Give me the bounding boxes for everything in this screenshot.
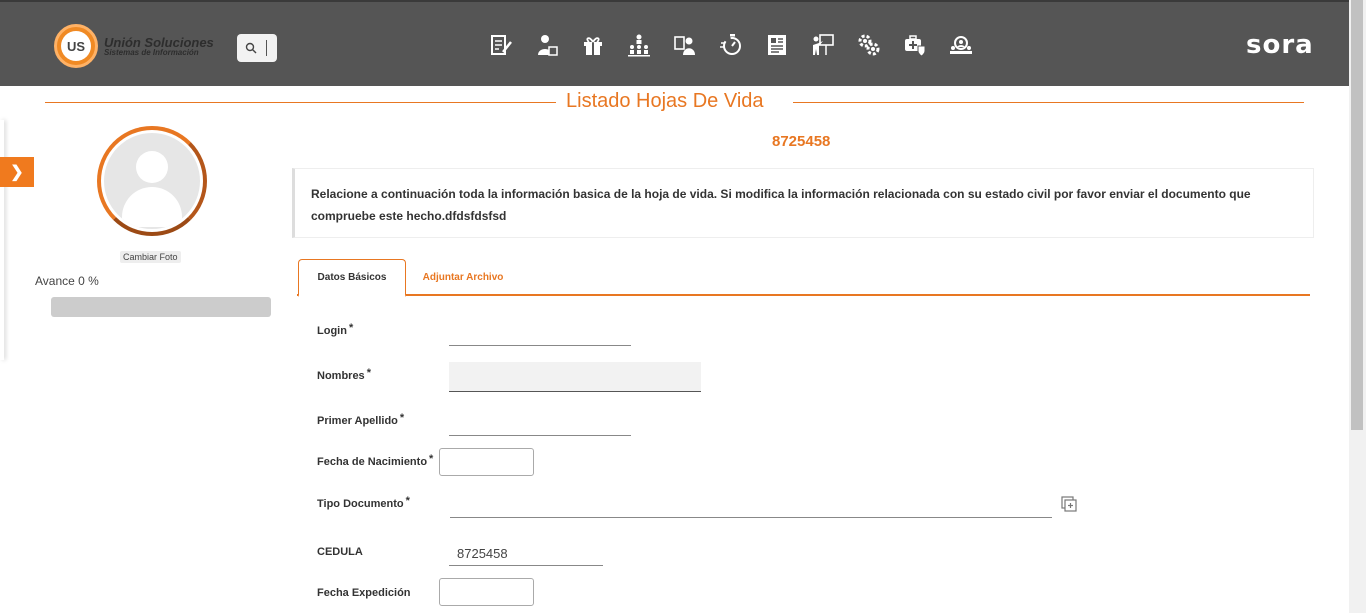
logo-initials: US — [61, 31, 91, 61]
timer-icon[interactable] — [718, 32, 744, 58]
group-search-icon[interactable] — [948, 32, 974, 58]
search-divider — [266, 40, 267, 56]
fecha-expedicion-input[interactable] — [439, 578, 534, 606]
sidebar-toggle-button[interactable]: ❯ — [0, 157, 34, 187]
side-panel-edge — [0, 120, 4, 360]
tipo-documento-input[interactable] — [450, 498, 1052, 518]
nombres-input[interactable] — [449, 362, 701, 392]
cedula-label: CEDULA — [317, 546, 363, 558]
brand-name: sora — [1246, 30, 1314, 60]
top-bar: US Unión Soluciones Sistemas de Informac… — [0, 0, 1366, 86]
login-input[interactable] — [449, 326, 631, 346]
training-icon[interactable] — [810, 32, 836, 58]
hierarchy-icon[interactable] — [626, 32, 652, 58]
page-title: Listado Hojas De Vida — [566, 90, 764, 112]
search-button[interactable] — [237, 34, 277, 62]
fecha-nacimiento-input[interactable] — [439, 448, 534, 476]
fecha-nacimiento-label: Fecha de Nacimiento * — [317, 453, 434, 468]
progress-bar — [51, 297, 271, 317]
document-number: 8725458 — [772, 133, 831, 150]
logo-badge: US — [54, 24, 98, 68]
cedula-input[interactable] — [449, 542, 603, 566]
tipo-documento-label: Tipo Documento * — [317, 495, 410, 510]
progress-label: Avance 0 % — [35, 274, 99, 288]
main-nav — [488, 32, 994, 58]
tab-adjuntar-archivo[interactable]: Adjuntar Archivo — [415, 259, 511, 296]
search-icon — [245, 42, 257, 54]
company-logo[interactable]: US Unión Soluciones Sistemas de Informac… — [54, 24, 214, 68]
title-divider-left — [45, 102, 556, 103]
gears-icon[interactable] — [856, 32, 882, 58]
form-tabs: Datos Básicos Adjuntar Archivo — [297, 259, 1310, 297]
lookup-icon[interactable] — [1061, 496, 1077, 512]
user-document-icon[interactable] — [534, 32, 560, 58]
primer-apellido-input[interactable] — [449, 416, 631, 436]
user-placeholder-icon — [104, 133, 200, 229]
page-scrollbar[interactable] — [1349, 0, 1366, 613]
gift-icon[interactable] — [580, 32, 606, 58]
chevron-right-icon: ❯ — [10, 164, 24, 181]
tab-datos-basicos[interactable]: Datos Básicos — [298, 259, 406, 297]
health-security-icon[interactable] — [902, 32, 928, 58]
fecha-expedicion-label: Fecha Expedición — [317, 587, 411, 599]
report-icon[interactable] — [764, 32, 790, 58]
resume-edit-icon[interactable] — [488, 32, 514, 58]
profile-avatar — [97, 126, 207, 236]
change-photo-button[interactable]: Cambiar Foto — [120, 251, 181, 263]
logo-text: Unión Soluciones Sistemas de Información — [104, 36, 214, 57]
brand-logo[interactable]: sora — [1246, 30, 1314, 60]
nombres-label: Nombres * — [317, 367, 371, 382]
info-message: Relacione a continuación toda la informa… — [292, 168, 1314, 238]
title-divider-right — [793, 102, 1304, 103]
primer-apellido-label: Primer Apellido * — [317, 412, 405, 427]
logo-company-name: Unión Soluciones — [104, 34, 214, 50]
logo-tagline: Sistemas de Información — [104, 47, 199, 57]
scrollbar-thumb[interactable] — [1351, 0, 1363, 430]
login-label: Login * — [317, 322, 354, 337]
employee-card-icon[interactable] — [672, 32, 698, 58]
